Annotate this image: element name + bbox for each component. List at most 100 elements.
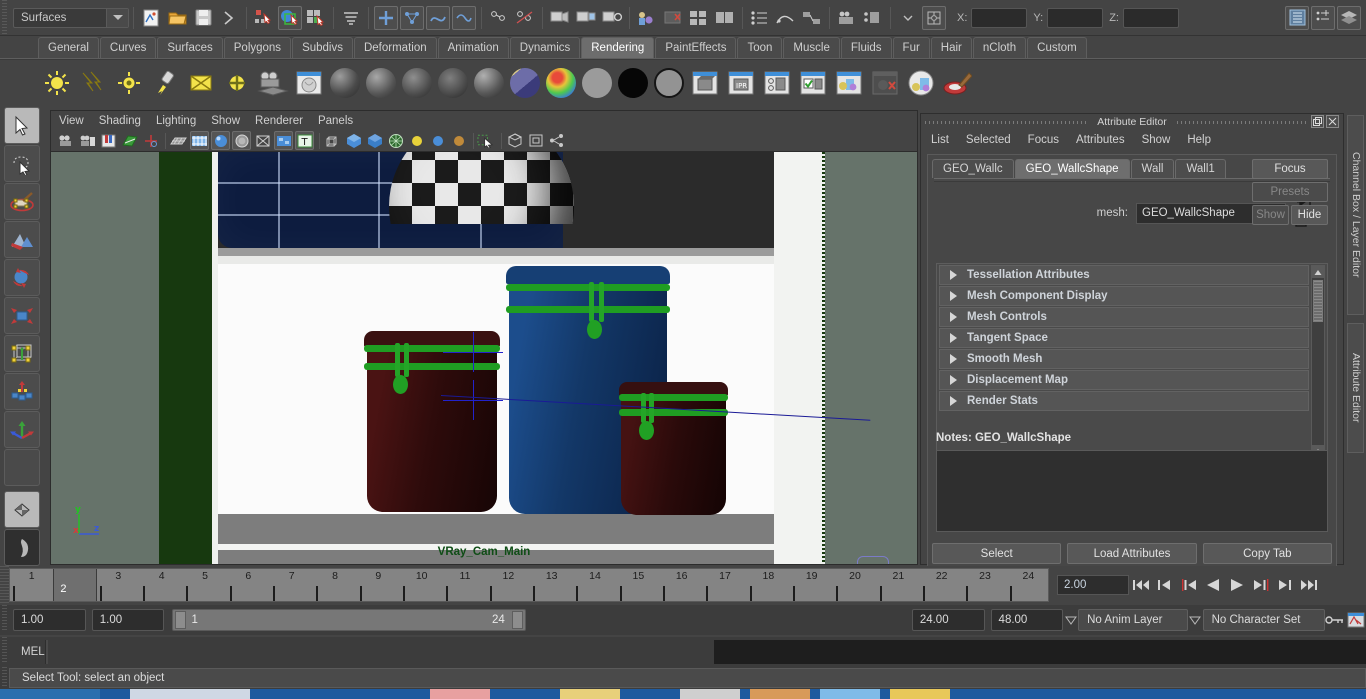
statusbar-grip[interactable] (0, 0, 9, 35)
hide-button[interactable]: Hide (1291, 205, 1328, 225)
shelf-tab-fluids[interactable]: Fluids (840, 37, 892, 58)
spot-light-icon[interactable] (112, 65, 146, 101)
animation-start-time-field[interactable]: 1.00 (13, 609, 86, 631)
snap-to-live-icon[interactable] (452, 5, 476, 30)
smooth-shading-icon[interactable] (344, 131, 363, 150)
y-input[interactable] (1047, 7, 1104, 28)
play-backwards-icon[interactable] (1201, 574, 1225, 596)
side-tab-attribute-editor[interactable]: Attribute Editor (1347, 323, 1364, 453)
rollup-mesh-component-display[interactable]: Mesh Component Display (939, 286, 1309, 306)
time-slider[interactable]: 1234567891011121314151617181920212223242 (9, 568, 1049, 602)
shelf-tab-subdivs[interactable]: Subdivs (292, 37, 353, 58)
current-time-field[interactable]: 2.00 (1057, 575, 1129, 595)
step-forward-keyframe-icon[interactable] (1273, 574, 1297, 596)
shelf-tab-toon[interactable]: Toon (737, 37, 783, 58)
two-panel-layout-icon[interactable] (713, 6, 737, 30)
area-light-icon[interactable] (148, 65, 182, 101)
render-current-frame-icon[interactable] (548, 6, 572, 30)
move-tool[interactable] (4, 411, 40, 448)
xray-shading-icon[interactable] (386, 131, 405, 150)
range-end-time-field[interactable]: 24.00 (911, 609, 985, 631)
render-globals-icon[interactable] (760, 65, 794, 101)
layout-quick-icon[interactable] (4, 491, 40, 528)
hypergraph-icon[interactable] (800, 6, 824, 30)
anisotropic-shader-icon[interactable] (328, 65, 362, 101)
shelf-tab-curves[interactable]: Curves (99, 37, 157, 58)
select-tool[interactable] (4, 107, 40, 144)
hardware-render-off-icon[interactable] (868, 65, 902, 101)
lambert-shader-icon[interactable] (400, 65, 434, 101)
animation-preferences-icon[interactable] (1346, 609, 1366, 631)
rollup-render-stats[interactable]: Render Stats (939, 391, 1309, 411)
camera-attributes-icon[interactable] (78, 131, 97, 150)
focus-button[interactable]: Focus (1252, 159, 1328, 179)
range-grip[interactable] (0, 605, 9, 631)
character-set-dropdown-icon[interactable] (1188, 609, 1203, 631)
ae-menu-attributes[interactable]: Attributes (1076, 134, 1125, 146)
shelf-tab-hair[interactable]: Hair (930, 37, 972, 58)
ae-tab-wall1[interactable]: Wall1 (1175, 159, 1226, 178)
ipr-batch-render-icon[interactable]: IPR (724, 65, 758, 101)
texture-toggle-icon[interactable] (274, 131, 293, 150)
outliner-icon[interactable] (748, 6, 772, 30)
shelf-tab-general[interactable]: General (38, 37, 99, 58)
anim-layer-dropdown-icon[interactable] (1063, 609, 1078, 631)
ae-tab-geo_wallc[interactable]: GEO_Wallc (932, 159, 1014, 178)
volume-light-icon[interactable] (220, 65, 254, 101)
ae-select-button[interactable]: Select (932, 543, 1062, 564)
step-back-keyframe-icon[interactable] (1153, 574, 1177, 596)
shelf-tab-dynamics[interactable]: Dynamics (509, 37, 581, 58)
select-by-hierarchy-icon[interactable] (252, 6, 276, 30)
taskbar-item[interactable] (890, 689, 950, 699)
time-slider-cursor[interactable]: 2 (53, 569, 97, 601)
select-by-object-icon[interactable] (278, 5, 302, 30)
viewport-menu-shading[interactable]: Shading (99, 115, 141, 127)
presets-button[interactable]: Presets (1252, 182, 1328, 202)
save-scene-icon[interactable] (191, 6, 215, 30)
construction-history-off-icon[interactable] (513, 6, 537, 30)
rollup-smooth-mesh[interactable]: Smooth Mesh (939, 349, 1309, 369)
wireframe-shading-icon[interactable] (323, 131, 342, 150)
shelf-tab-fur[interactable]: Fur (892, 37, 930, 58)
side-tab-channel-box[interactable]: Channel Box / Layer Editor (1347, 115, 1364, 315)
text-toggle-icon[interactable]: T (295, 131, 314, 150)
shelf-tab-painteffects[interactable]: PaintEffects (655, 37, 737, 58)
film-gate-icon[interactable] (190, 131, 209, 150)
scrollbar-thumb[interactable] (1313, 280, 1323, 322)
gate-mask-icon[interactable] (232, 131, 251, 150)
taskbar-item[interactable] (430, 689, 490, 699)
render-settings-icon[interactable] (600, 6, 624, 30)
layered-shader-icon[interactable] (436, 65, 470, 101)
phonge-shader-icon[interactable] (508, 65, 542, 101)
scale-tool[interactable] (4, 297, 40, 334)
show-button[interactable]: Show (1252, 205, 1289, 225)
phong-shader-icon[interactable] (472, 65, 506, 101)
ae-tab-geo_wallcshape[interactable]: GEO_WallcShape (1014, 159, 1130, 178)
blinn-shader-icon[interactable] (364, 65, 398, 101)
construction-history-icon[interactable] (487, 6, 511, 30)
ipr-render-icon[interactable] (574, 6, 598, 30)
z-input[interactable] (1122, 7, 1179, 28)
character-set-combo[interactable]: No Character Set (1202, 609, 1326, 631)
play-forwards-icon[interactable] (1225, 574, 1249, 596)
ae-load-attributes-button[interactable]: Load Attributes (1067, 543, 1197, 564)
rotate-tool[interactable] (4, 259, 40, 296)
viewport-canvas[interactable]: y x z VRay_Cam_Main (51, 152, 917, 564)
exposure-icon[interactable] (253, 131, 272, 150)
shadows-icon[interactable] (449, 131, 468, 150)
paint-effects-icon[interactable] (940, 65, 974, 101)
os-taskbar[interactable] (0, 689, 1366, 699)
range-handle-right[interactable] (511, 611, 523, 629)
snap-to-grid-icon[interactable] (374, 5, 398, 30)
render-view-icon[interactable] (292, 65, 326, 101)
resolution-gate-icon[interactable] (211, 131, 230, 150)
range-start-time-field[interactable]: 1.00 (91, 609, 165, 631)
surface-shader-icon[interactable] (580, 65, 614, 101)
two-d-pan-zoom-icon[interactable] (141, 131, 160, 150)
snap-to-point-icon[interactable] (400, 5, 424, 30)
ae-menu-help[interactable]: Help (1187, 134, 1211, 146)
shelf-tab-rendering[interactable]: Rendering (581, 37, 655, 58)
ae-menu-list[interactable]: List (931, 134, 949, 146)
taskbar-item[interactable] (820, 689, 880, 699)
hardware-render-icon[interactable] (832, 65, 866, 101)
